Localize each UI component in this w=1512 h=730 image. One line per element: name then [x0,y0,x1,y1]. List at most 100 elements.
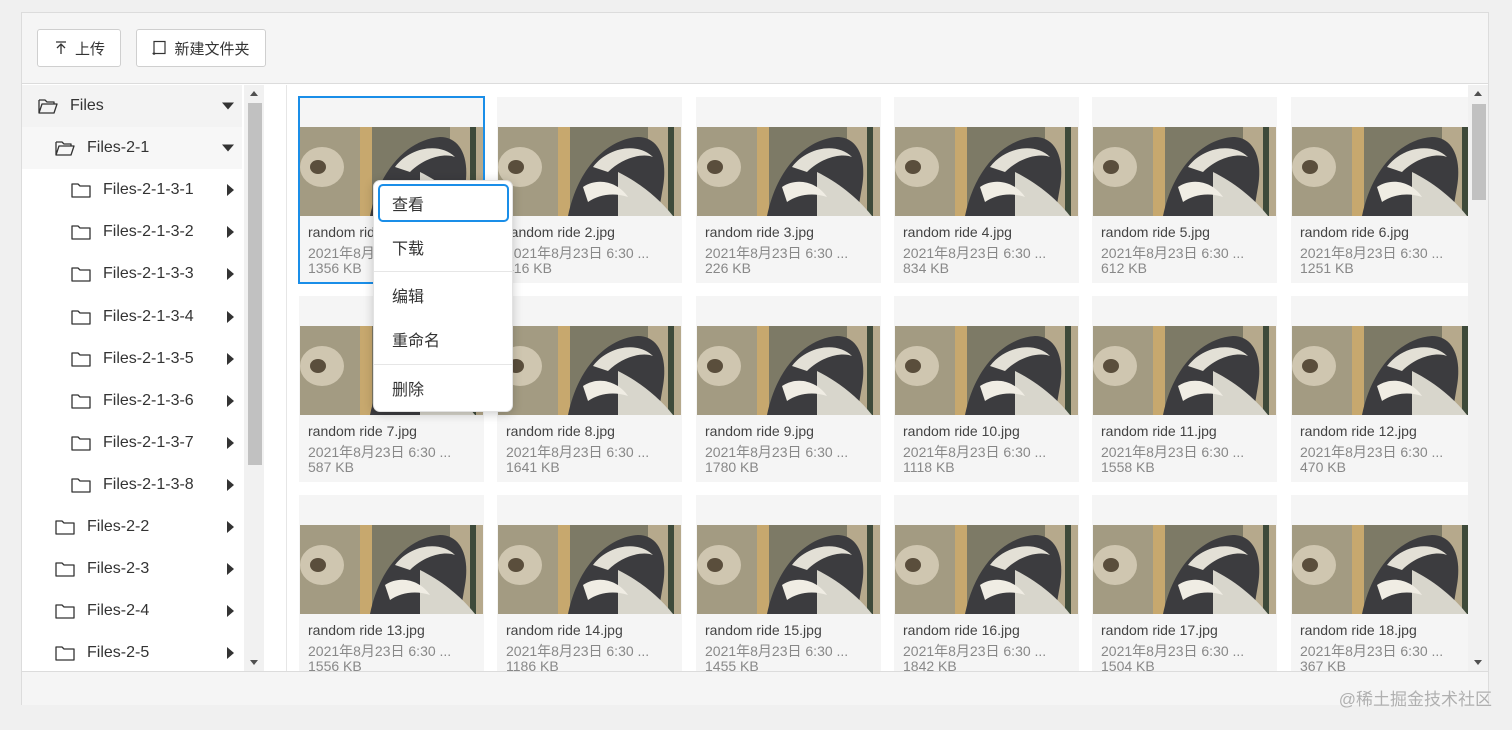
tree-item[interactable]: Files-2-1-3-1 [22,169,242,211]
tree-scrollbar[interactable] [244,85,264,671]
file-card[interactable]: random ride 10.jpg 2021年8月23日 6:30 ... 111… [894,296,1079,482]
tree-item[interactable]: Files-2-4 [22,590,242,632]
file-card[interactable]: random ride 4.jpg 2021年8月23日 6:30 ... 834 … [894,97,1079,283]
file-thumbnail [895,326,1078,415]
caret-right-icon[interactable] [227,394,234,407]
file-thumbnail [895,127,1078,216]
file-name: random ride 18.jpg [1300,622,1417,638]
tree-scrollbar-thumb[interactable] [248,103,262,465]
file-size: 1455 KB [705,658,759,671]
file-thumbnail [498,326,681,415]
tree-item[interactable]: Files-2-1 [22,127,242,170]
scroll-up-arrow-icon[interactable] [250,91,258,96]
file-size: 1118 KB [903,459,955,475]
grid-scrollbar-thumb[interactable] [1472,104,1486,200]
upload-button[interactable]: 上传 [37,29,121,67]
caret-right-icon[interactable] [227,184,234,197]
file-name: random ride 7.jpg [308,423,417,439]
scroll-up-arrow-icon[interactable] [1474,91,1482,96]
status-bar [22,671,1488,705]
new-folder-button[interactable]: 新建文件夹 [136,29,266,67]
folder-icon [71,183,91,198]
tree-item[interactable]: Files-2-1-3-3 [22,253,242,295]
menu-item-rename[interactable]: 重命名 [378,320,509,358]
file-name: random ride 9.jpg [705,423,814,439]
file-thumbnail [1093,525,1276,614]
tree-item[interactable]: Files-2-1-3-7 [22,422,242,464]
file-name: random ride 10.jpg [903,423,1020,439]
file-size: 1842 KB [903,658,957,671]
file-name: random ride 2.jpg [506,224,615,240]
tree-item-label: Files-2-1 [87,139,150,157]
file-card[interactable]: random ride 6.jpg 2021年8月23日 6:30 ... 1251… [1291,97,1470,283]
caret-right-icon[interactable] [227,436,234,449]
folder-open-icon [38,99,58,114]
new-folder-icon [152,40,167,55]
file-card[interactable]: random ride 14.jpg 2021年8月23日 6:30 ... 118… [497,495,682,671]
file-thumbnail [498,127,681,216]
file-size: 1780 KB [705,459,759,475]
tree-item[interactable]: Files-2-1-3-8 [22,464,242,506]
caret-down-icon[interactable] [222,144,234,152]
folder-icon [71,267,91,283]
scroll-down-arrow-icon[interactable] [1474,660,1482,665]
caret-right-icon[interactable] [227,605,234,618]
caret-right-icon[interactable] [227,478,234,491]
file-card[interactable]: random ride 2.jpg 2021年8月23日 6:30 ... 416 … [497,97,682,283]
file-thumbnail [697,326,880,415]
file-name: random ride 4.jpg [903,224,1012,240]
caret-right-icon[interactable] [227,352,234,365]
file-card[interactable]: random ride 17.jpg 2021年8月23日 6:30 ... 150… [1092,495,1277,671]
file-size: 1251 KB [1300,260,1354,276]
watermark: @稀土掘金技术社区 [1338,690,1492,709]
file-card[interactable]: random ride 8.jpg 2021年8月23日 6:30 ... 1641… [497,296,682,482]
file-size: 1504 KB [1101,658,1155,671]
file-card[interactable]: random ride 12.jpg 2021年8月23日 6:30 ... 470… [1291,296,1470,482]
file-name: random ride 16.jpg [903,622,1020,638]
tree-item-label: Files-2-1-3-5 [103,349,194,367]
file-card[interactable]: random ride 5.jpg 2021年8月23日 6:30 ... 612 … [1092,97,1277,283]
tree-item-label: Files-2-3 [87,560,150,578]
tree-item[interactable]: Files-2-3 [22,548,242,590]
menu-item-download[interactable]: 下载 [378,228,509,266]
file-card[interactable]: random ride 3.jpg 2021年8月23日 6:30 ... 226 … [696,97,881,283]
file-card[interactable]: random ride 9.jpg 2021年8月23日 6:30 ... 1780… [696,296,881,482]
file-card[interactable]: random ride 16.jpg 2021年8月23日 6:30 ... 184… [894,495,1079,671]
tree-item[interactable]: Files-2-1-3-6 [22,380,242,422]
caret-right-icon[interactable] [227,310,234,323]
tree-item[interactable]: Files-2-2 [22,506,242,548]
file-thumbnail [498,525,681,614]
upload-label: 上传 [74,40,105,58]
tree-item-label: Files-2-4 [87,602,150,620]
file-name: random ride 6.jpg [1300,224,1409,240]
tree-item[interactable]: Files-2-1-3-2 [22,211,242,253]
caret-right-icon[interactable] [227,647,234,660]
grid-scrollbar[interactable] [1468,85,1488,671]
caret-right-icon[interactable] [227,521,234,533]
file-card[interactable]: random ride 13.jpg 2021年8月23日 6:30 ... 155… [299,495,484,671]
file-name: random ride 14.jpg [506,622,623,638]
menu-item-edit[interactable]: 编辑 [378,276,509,314]
folder-icon [55,604,75,619]
tree-item-label: Files-2-1-3-1 [103,181,194,199]
caret-down-icon[interactable] [222,102,234,110]
caret-right-icon[interactable] [227,226,234,239]
folder-icon [55,562,75,577]
file-card[interactable]: random ride 18.jpg 2021年8月23日 6:30 ... 367… [1291,495,1470,671]
tree-item[interactable]: Files-2-5 [22,632,242,671]
menu-item-delete[interactable]: 删除 [378,369,509,407]
tree-item-label: Files-2-1-3-7 [103,433,194,451]
tree-item[interactable]: Files [22,85,242,127]
scroll-down-arrow-icon[interactable] [250,660,258,665]
file-thumbnail [697,127,880,216]
file-card[interactable]: random ride 15.jpg 2021年8月23日 6:30 ... 145… [696,495,881,671]
file-thumbnail [1093,326,1276,415]
caret-right-icon[interactable] [227,268,234,281]
menu-item-view[interactable]: 查看 [378,184,509,222]
upload-icon [55,41,66,54]
file-card[interactable]: random ride 11.jpg 2021年8月23日 6:30 ... 155… [1092,296,1277,482]
caret-right-icon[interactable] [227,563,234,576]
folder-icon [55,646,75,661]
tree-item[interactable]: Files-2-1-3-4 [22,296,242,338]
tree-item[interactable]: Files-2-1-3-5 [22,338,242,380]
